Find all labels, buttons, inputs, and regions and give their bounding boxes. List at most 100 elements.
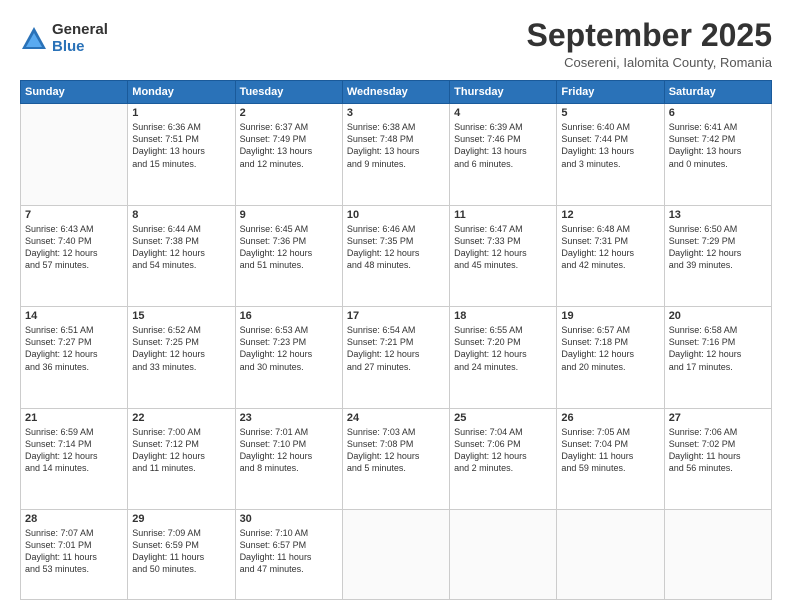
week-row-2: 14Sunrise: 6:51 AMSunset: 7:27 PMDayligh…	[21, 307, 772, 408]
month-title: September 2025	[527, 18, 772, 53]
table-row: 5Sunrise: 6:40 AMSunset: 7:44 PMDaylight…	[557, 104, 664, 205]
day-number: 21	[25, 412, 123, 424]
day-info: Sunrise: 6:38 AM Sunset: 7:48 PM Daylight:…	[347, 121, 445, 170]
day-info-line: Sunrise: 7:01 AM	[240, 427, 309, 437]
col-wednesday: Wednesday	[342, 81, 449, 104]
week-row-1: 7Sunrise: 6:43 AMSunset: 7:40 PMDaylight…	[21, 205, 772, 306]
day-info-line: Sunrise: 6:40 AM	[561, 122, 630, 132]
day-info-line: Daylight: 13 hours	[454, 146, 527, 156]
day-info: Sunrise: 6:47 AMSunset: 7:33 PMDaylight:…	[454, 223, 552, 272]
day-info-line: Sunrise: 7:09 AM	[132, 528, 201, 538]
day-info-line: and 50 minutes.	[132, 564, 196, 574]
table-row: 10Sunrise: 6:46 AMSunset: 7:35 PMDayligh…	[342, 205, 449, 306]
table-row: 16Sunrise: 6:53 AMSunset: 7:23 PMDayligh…	[235, 307, 342, 408]
logo-icon	[20, 25, 48, 53]
day-info-line: and 27 minutes.	[347, 362, 411, 372]
day-info-line: Daylight: 13 hours	[347, 146, 420, 156]
day-info-line: Sunset: 7:42 PM	[669, 134, 736, 144]
day-info: Sunrise: 6:48 AMSunset: 7:31 PMDaylight:…	[561, 223, 659, 272]
day-info-line: Sunset: 6:59 PM	[132, 540, 199, 550]
day-info-line: and 3 minutes.	[561, 159, 620, 169]
day-info-line: and 59 minutes.	[561, 463, 625, 473]
col-tuesday: Tuesday	[235, 81, 342, 104]
table-row: 9Sunrise: 6:45 AMSunset: 7:36 PMDaylight…	[235, 205, 342, 306]
day-info-line: Sunrise: 6:53 AM	[240, 325, 309, 335]
day-info-line: and 42 minutes.	[561, 260, 625, 270]
day-number: 3	[347, 107, 445, 119]
day-info-line: Sunrise: 6:44 AM	[132, 224, 201, 234]
day-info-line: and 15 minutes.	[132, 159, 196, 169]
day-info-line: and 48 minutes.	[347, 260, 411, 270]
day-info-line: Sunset: 7:10 PM	[240, 439, 307, 449]
day-info: Sunrise: 7:03 AMSunset: 7:08 PMDaylight:…	[347, 426, 445, 475]
day-info-line: and 33 minutes.	[132, 362, 196, 372]
day-number: 26	[561, 412, 659, 424]
day-info-line: Daylight: 12 hours	[25, 349, 98, 359]
table-row: 30Sunrise: 7:10 AMSunset: 6:57 PMDayligh…	[235, 510, 342, 600]
day-info-line: Daylight: 11 hours	[25, 552, 97, 562]
day-info-line: Daylight: 12 hours	[347, 248, 420, 258]
day-info-line: Daylight: 13 hours	[132, 146, 205, 156]
table-row: 6Sunrise: 6:41 AMSunset: 7:42 PMDaylight…	[664, 104, 771, 205]
day-number: 25	[454, 412, 552, 424]
day-number: 12	[561, 209, 659, 221]
day-info: Sunrise: 7:09 AM Sunset: 6:59 PM Daylight:…	[132, 527, 230, 576]
col-monday: Monday	[128, 81, 235, 104]
table-row: 14Sunrise: 6:51 AMSunset: 7:27 PMDayligh…	[21, 307, 128, 408]
table-row: 22Sunrise: 7:00 AMSunset: 7:12 PMDayligh…	[128, 408, 235, 509]
table-row	[557, 510, 664, 600]
day-info-line: Sunset: 7:36 PM	[240, 236, 307, 246]
day-info: Sunrise: 6:46 AMSunset: 7:35 PMDaylight:…	[347, 223, 445, 272]
day-info-line: Sunset: 7:48 PM	[347, 134, 414, 144]
day-info-line: and 36 minutes.	[25, 362, 89, 372]
day-number: 29	[132, 513, 230, 525]
day-info-line: Daylight: 11 hours	[669, 451, 741, 461]
day-info-line: Daylight: 12 hours	[132, 248, 205, 258]
day-info-line: and 53 minutes.	[25, 564, 89, 574]
table-row: 8 Sunrise: 6:44 AM Sunset: 7:38 PM Daylight…	[128, 205, 235, 306]
subtitle: Cosereni, Ialomita County, Romania	[527, 55, 772, 70]
page: General Blue September 2025 Cosereni, Ia…	[0, 0, 792, 612]
day-info-line: Sunrise: 6:59 AM	[25, 427, 94, 437]
table-row: 21Sunrise: 6:59 AMSunset: 7:14 PMDayligh…	[21, 408, 128, 509]
day-info-line: Sunrise: 7:00 AM	[132, 427, 201, 437]
day-info-line: Sunset: 6:57 PM	[240, 540, 307, 550]
day-info-line: Sunrise: 6:46 AM	[347, 224, 416, 234]
col-friday: Friday	[557, 81, 664, 104]
calendar-table: Sunday Monday Tuesday Wednesday Thursday…	[20, 80, 772, 600]
day-info-line: Sunrise: 6:52 AM	[132, 325, 201, 335]
table-row: 17Sunrise: 6:54 AMSunset: 7:21 PMDayligh…	[342, 307, 449, 408]
day-info-line: and 47 minutes.	[240, 564, 304, 574]
day-info-line: Daylight: 12 hours	[240, 451, 313, 461]
day-info-line: Sunset: 7:12 PM	[132, 439, 199, 449]
day-info-line: Daylight: 11 hours	[561, 451, 633, 461]
day-info-line: Sunrise: 6:58 AM	[669, 325, 738, 335]
table-row: 26Sunrise: 7:05 AMSunset: 7:04 PMDayligh…	[557, 408, 664, 509]
day-info-line: Sunset: 7:31 PM	[561, 236, 628, 246]
day-info-line: Sunset: 7:23 PM	[240, 337, 307, 347]
title-block: September 2025 Cosereni, Ialomita County…	[527, 18, 772, 70]
day-info-line: Sunrise: 6:38 AM	[347, 122, 416, 132]
day-info-line: and 0 minutes.	[669, 159, 728, 169]
day-info-line: Sunset: 7:25 PM	[132, 337, 199, 347]
table-row: 18Sunrise: 6:55 AMSunset: 7:20 PMDayligh…	[450, 307, 557, 408]
day-info: Sunrise: 6:55 AMSunset: 7:20 PMDaylight:…	[454, 324, 552, 373]
day-info-line: Daylight: 11 hours	[132, 552, 204, 562]
day-info-line: Sunset: 7:44 PM	[561, 134, 628, 144]
day-info: Sunrise: 6:45 AMSunset: 7:36 PMDaylight:…	[240, 223, 338, 272]
day-info-line: Sunset: 7:08 PM	[347, 439, 414, 449]
day-info-line: Sunset: 7:38 PM	[132, 236, 199, 246]
day-info-line: Daylight: 12 hours	[25, 248, 98, 258]
day-number: 27	[669, 412, 767, 424]
day-number: 23	[240, 412, 338, 424]
day-info-line: Daylight: 12 hours	[347, 451, 420, 461]
day-number: 30	[240, 513, 338, 525]
day-number: 4	[454, 107, 552, 119]
day-info-line: Sunset: 7:20 PM	[454, 337, 521, 347]
header-row: Sunday Monday Tuesday Wednesday Thursday…	[21, 81, 772, 104]
table-row	[450, 510, 557, 600]
day-number: 8	[132, 209, 230, 221]
day-info-line: Daylight: 13 hours	[561, 146, 634, 156]
day-info-line: and 30 minutes.	[240, 362, 304, 372]
day-info-line: Sunrise: 6:57 AM	[561, 325, 630, 335]
